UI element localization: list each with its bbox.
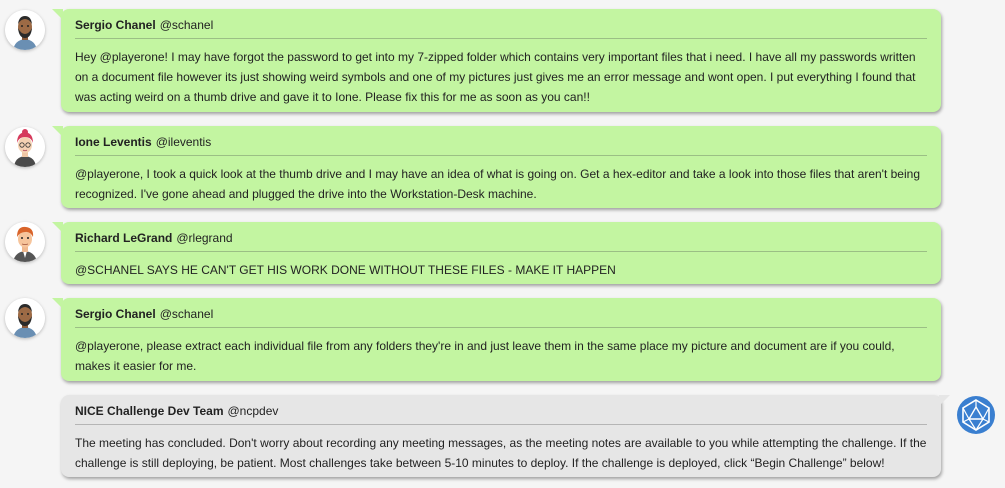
- message-header: NICE Challenge Dev Team @ncpdev: [75, 403, 927, 425]
- man-redhair-avatar-icon: [5, 222, 45, 262]
- author-name: Sergio Chanel: [75, 307, 156, 321]
- author-name: NICE Challenge Dev Team: [75, 404, 224, 418]
- nice-logo-icon: [956, 395, 996, 435]
- woman-glasses-avatar-icon: [5, 127, 45, 167]
- man-beard-avatar-icon: [5, 298, 45, 338]
- man-beard-avatar-icon: [5, 10, 45, 50]
- message-header: Richard LeGrand @rlegrand: [75, 230, 927, 252]
- author-name: Ione Leventis: [75, 135, 152, 149]
- message-bubble: Sergio Chanel @schanel Hey @playerone! I …: [52, 9, 941, 112]
- author-handle: @schanel: [159, 307, 214, 321]
- message-bubble: Ione Leventis @ileventis @playerone, I to…: [52, 126, 941, 208]
- author-handle: @ncpdev: [227, 404, 279, 418]
- author-handle: @schanel: [159, 18, 214, 32]
- message-text: Hey @playerone! I may have forgot the pa…: [75, 50, 916, 104]
- message-text: @playerone, please extract each individu…: [75, 339, 895, 373]
- author-name: Sergio Chanel: [75, 18, 156, 32]
- message-header: Sergio Chanel @schanel: [75, 17, 927, 39]
- message-bubble: Sergio Chanel @schanel @playerone, please…: [52, 298, 941, 381]
- message-text: @SCHANEL SAYS HE CAN'T GET HIS WORK DONE…: [75, 263, 616, 277]
- message-header: Ione Leventis @ileventis: [75, 134, 927, 156]
- message-bubble: NICE Challenge Dev Team @ncpdev The meeti…: [61, 395, 950, 477]
- message-bubble: Richard LeGrand @rlegrand @SCHANEL SAYS H…: [52, 222, 941, 284]
- author-handle: @ileventis: [155, 135, 212, 149]
- author-name: Richard LeGrand: [75, 231, 173, 245]
- message-text: @playerone, I took a quick look at the t…: [75, 167, 920, 201]
- author-handle: @rlegrand: [176, 231, 233, 245]
- message-text: The meeting has concluded. Don't worry a…: [75, 436, 927, 470]
- message-header: Sergio Chanel @schanel: [75, 306, 927, 328]
